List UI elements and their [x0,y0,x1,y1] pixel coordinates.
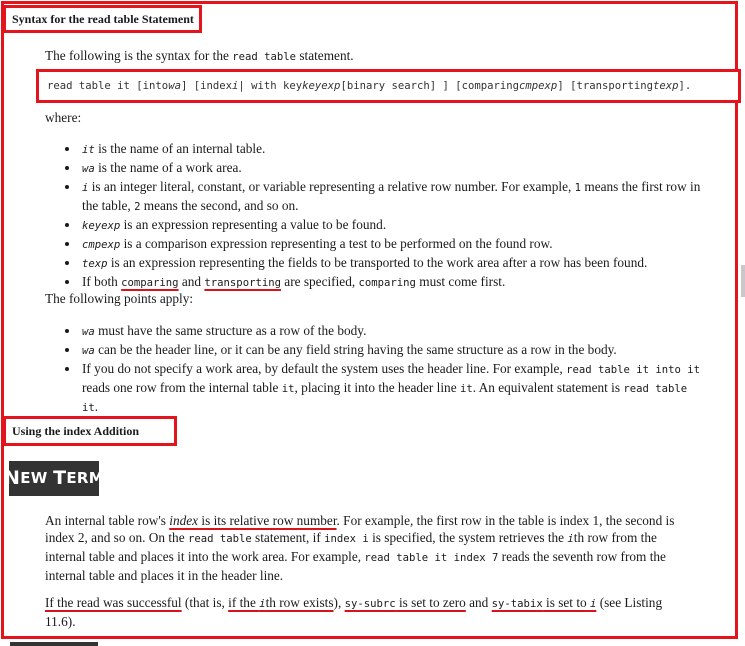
list-item: i is an integer literal, constant, or va… [62,178,702,216]
code: read table it [into [47,79,169,92]
term-index: index [169,513,199,528]
text: ), [333,595,345,610]
code: it [281,383,295,395]
text: can be the header line, or it can be any… [94,342,617,357]
code: it [82,144,95,156]
text: is an integer literal, constant, or vari… [88,179,575,194]
code: wa [82,345,95,357]
text: must have the same structure as a row of… [94,323,367,338]
text: is specified, the system retrieves the [368,530,568,545]
where-list: it is the name of an internal table. wa … [62,140,702,292]
code-param-texp: texp [652,79,679,92]
badge-text: ERM [66,469,105,487]
where-label: where: [45,110,82,125]
index-definition-paragraph: An internal table row's index is its rel… [45,512,690,584]
new-term-badge: N EW T ERM [4,461,104,496]
text: . [94,399,99,414]
code: ]. [678,79,692,92]
code: read table it into it [566,364,701,376]
code-read-table: read table [232,51,297,63]
points-label: The following points apply: [45,291,194,306]
code-sy-subrc: sy-subrc [344,598,396,610]
list-item: wa can be the header line, or it can be … [62,341,702,360]
text: An internal table row's [45,513,170,528]
text: (that is, [181,595,229,610]
text: must come first. [415,274,506,289]
code: [binary search] ] [comparing [340,79,520,92]
scrollbar-thumb[interactable] [741,265,745,297]
code: read table [187,533,252,545]
code: keyexp [82,220,121,232]
text: . An equivalent statement is [472,380,624,395]
text: and [465,595,492,610]
badge-letter: T [53,467,67,489]
badge-letter: N [4,467,21,489]
text-underlined: if the [228,595,260,610]
text-underlined: is set to [542,595,590,610]
code: read table it index 7 [364,552,499,564]
text: is the name of an internal table. [94,141,266,156]
heading-text: Syntax for the read table Statement [12,11,194,26]
heading-text: Using the index Addition [12,423,140,438]
text: is a comparison expression representing … [120,236,553,251]
code-sy-tabix: sy-tabix [491,598,543,610]
code-transporting-underlined: transporting [204,277,281,289]
syntax-intro: The following is the syntax for the read… [45,47,354,66]
section-heading-syntax: Syntax for the read table Statement [3,5,202,33]
text-underlined: is its relative row number [198,513,337,528]
text: is an expression representing a value to… [120,217,387,232]
syntax-code-block: read table it [into wa] [index i | with … [36,69,741,103]
text: reads one row from the internal table [82,380,282,395]
text-underlined: th row exists [265,595,334,610]
list-item: If you do not specify a work area, by de… [62,360,702,417]
code-param-cmpexp: cmpexp [519,79,558,92]
text-underlined: is set to zero [395,595,466,610]
list-item: it is the name of an internal table. [62,140,702,159]
list-item: wa must have the same structure as a row… [62,322,702,341]
text: is an expression representing the fields… [107,255,648,270]
text: The following is the syntax for the [45,48,233,63]
badge-text: EW [20,469,54,487]
code-param-wa: wa [168,79,181,92]
next-badge-edge [10,642,98,646]
text: means the second, and so on. [140,198,299,213]
code: | with key [238,79,303,92]
text: are specified, [280,274,359,289]
text: , placing it into the header line [294,380,460,395]
points-list: wa must have the same structure as a row… [62,322,702,417]
text: and [178,274,205,289]
code: index i [324,533,369,545]
code: ] [index [180,79,232,92]
text: is the name of a work area. [94,160,242,175]
text: If both [82,274,122,289]
code: cmpexp [82,239,121,251]
list-item: keyexp is an expression representing a v… [62,216,702,235]
code: comparing [358,277,416,289]
list-item: wa is the name of a work area. [62,159,702,178]
list-item: cmpexp is a comparison expression repres… [62,235,702,254]
code-comparing-underlined: comparing [121,277,179,289]
section-heading-index: Using the index Addition [3,416,177,446]
text: statement. [296,48,354,63]
code-param-keyexp: keyexp [302,79,341,92]
text: If you do not specify a work area, by de… [82,361,567,376]
code: ] [transporting [557,79,653,92]
success-paragraph: If the read was successful (that is, if … [45,594,690,630]
text-underlined: If the read was successful [45,595,182,610]
code: wa [82,163,95,175]
code: texp [82,258,108,270]
code: wa [82,326,95,338]
text: statement, if [251,530,325,545]
list-item: texp is an expression representing the f… [62,254,702,273]
code: it [459,383,473,395]
